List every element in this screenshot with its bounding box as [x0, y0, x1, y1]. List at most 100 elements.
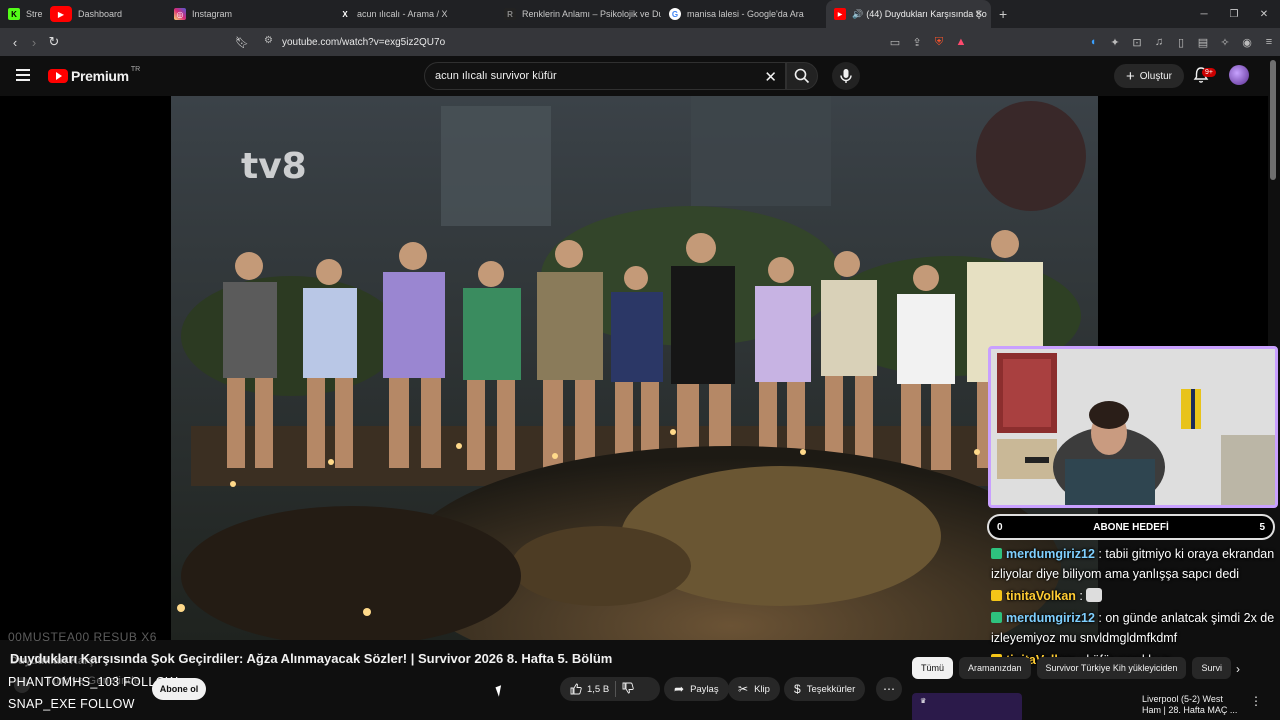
extension-icon[interactable]: ✦: [1108, 35, 1122, 49]
recommended-video-title[interactable]: Liverpool (5-2) West Ham | 28. Hafta MAÇ…: [1142, 694, 1242, 716]
instagram-icon: ◎: [174, 8, 186, 20]
tab-x-search[interactable]: X acun ılıcalı - Arama / X: [331, 0, 496, 28]
stream-event-alert: 00MUSTEA00 RESUB X6: [8, 630, 157, 644]
premier-league-logo-icon: ♛: [920, 698, 927, 705]
screenshot-icon[interactable]: ⊡: [1130, 35, 1144, 49]
clip-button[interactable]: ✂ Klip: [728, 677, 780, 701]
minimize-button[interactable]: ─: [1188, 0, 1220, 28]
search-input[interactable]: acun ılıcalı survivor küfür ✕: [424, 62, 786, 90]
vpn-icon[interactable]: ◉: [1240, 35, 1254, 49]
voice-search-button[interactable]: [832, 62, 860, 90]
tv8-logo-text: tv8: [241, 146, 307, 187]
menu-icon[interactable]: ≡: [1262, 35, 1276, 49]
site-info-icon[interactable]: ⚙︎: [264, 35, 273, 46]
address-bar[interactable]: ⚙︎ youtube.com/watch?v=exg5iz2QU7o: [256, 31, 976, 53]
brave-rewards-icon[interactable]: ▲: [954, 35, 968, 49]
music-icon[interactable]: ♫: [1152, 35, 1166, 49]
youtube-premium-logo[interactable]: Premium TR: [48, 66, 140, 84]
chat-message: merdumgiriz12 : on günde anlatcak şimdi …: [991, 608, 1277, 648]
tab-dashboard[interactable]: ▶ Dashboard: [42, 0, 166, 28]
cat-emote-icon: [1086, 588, 1103, 602]
more-actions-button[interactable]: ⋯: [876, 677, 902, 701]
audio-icon[interactable]: ◖: [1086, 35, 1100, 49]
browser-tab-strip: K Stre ▶ Dashboard ◎ Instagram X acun ıl…: [0, 0, 1280, 28]
video-player[interactable]: tv8: [171, 96, 1098, 640]
tab-label: Renklerin Anlamı – Psikolojik ve Duyg: [522, 9, 661, 19]
like-button[interactable]: 1,5 B: [560, 683, 609, 695]
chevron-right-icon[interactable]: ›: [1236, 662, 1240, 676]
cast-icon[interactable]: ▭: [888, 35, 902, 49]
tab-label: Stre: [26, 9, 42, 19]
share-label: Paylaş: [690, 683, 719, 695]
stream-chat-overlay: merdumgiriz12 : tabii gitmiyo ki oraya e…: [991, 544, 1277, 672]
tab-label: Dashboard: [78, 9, 123, 19]
share-button[interactable]: ➦ Paylaş: [664, 677, 729, 701]
thanks-button[interactable]: $ Teşekkürler: [784, 677, 866, 701]
page-scrollbar[interactable]: [1270, 60, 1276, 180]
video-frame-illustration: [171, 96, 1098, 640]
goal-title: ABONE HEDEFİ: [1093, 521, 1169, 533]
speaker-icon: 🔊: [852, 8, 864, 19]
video-letterbox-left: [0, 96, 171, 640]
hamburger-menu-icon[interactable]: [16, 69, 30, 81]
microphone-icon: [840, 69, 852, 83]
filter-chips: Tümü Aramanızdan Survivor Türkiye Kih yü…: [912, 657, 1252, 679]
chip-all[interactable]: Tümü: [912, 657, 954, 679]
forward-button[interactable]: ›: [24, 32, 44, 52]
thumbs-up-icon: [570, 683, 582, 695]
chat-message: tinitaVolkan :: [991, 586, 1277, 606]
create-button[interactable]: + Oluştur: [1114, 64, 1184, 88]
badge-icon: [991, 590, 1002, 601]
brave-shield-icon[interactable]: ⛨: [932, 35, 946, 49]
maximize-button[interactable]: ❐: [1218, 0, 1250, 28]
sidebar-icon[interactable]: ▯: [1174, 35, 1188, 49]
close-window-button[interactable]: ✕: [1248, 0, 1280, 28]
tab-youtube-active[interactable]: ▶ 🔊 (44) Duydukları Karşısında Şo ✕: [826, 0, 991, 28]
badge-icon: [991, 548, 1002, 559]
chip-from-search[interactable]: Aramanızdan: [959, 657, 1031, 679]
search-button[interactable]: [786, 62, 818, 90]
youtube-header: Premium TR acun ılıcalı survivor küfür ✕…: [0, 56, 1280, 96]
chip-survivor[interactable]: Survi: [1192, 657, 1231, 679]
search-icon: [794, 68, 810, 84]
clear-search-icon[interactable]: ✕: [764, 68, 777, 86]
dislike-button[interactable]: [622, 682, 634, 697]
chat-username: merdumgiriz12: [1006, 611, 1095, 625]
tab-kick[interactable]: K Stre: [0, 0, 42, 28]
channel-subtitle: Türkiye Genelinde: [46, 675, 141, 687]
reload-icon[interactable]: ↻: [44, 32, 64, 52]
back-button[interactable]: ‹: [5, 32, 25, 52]
recommended-video-thumbnail[interactable]: ♛: [912, 693, 1022, 720]
tab-instagram[interactable]: ◎ Instagram: [166, 0, 331, 28]
page-icon: R: [504, 8, 516, 20]
browser-toolbar: ‹ › ↻ 🔖︎ ⚙︎ youtube.com/watch?v=exg5iz2Q…: [0, 28, 1280, 56]
wallet-icon[interactable]: ▤: [1196, 35, 1210, 49]
youtube-icon: ▶: [834, 8, 846, 20]
tab-google[interactable]: G manisa lalesi - Google'da Ara: [661, 0, 826, 28]
tab-renklerin[interactable]: R Renklerin Anlamı – Psikolojik ve Duyg: [496, 0, 661, 28]
leo-ai-icon[interactable]: ✧: [1218, 35, 1232, 49]
more-vertical-icon[interactable]: ⋮: [1250, 694, 1262, 708]
chip-uploader[interactable]: Survivor Türkiye Kih yükleyiciden: [1036, 657, 1187, 679]
tab-label: manisa lalesi - Google'da Ara: [687, 9, 804, 19]
badge-icon: [991, 612, 1002, 623]
kick-icon: K: [8, 8, 20, 20]
video-title: Duydukları Karşısında Şok Geçirdiler: Ağ…: [10, 651, 613, 666]
streamer-webcam: [988, 346, 1278, 508]
close-tab-icon[interactable]: ✕: [975, 9, 983, 20]
like-count: 1,5 B: [587, 683, 610, 695]
video-letterbox-right: [1098, 96, 1268, 346]
thumbs-down-icon: [622, 682, 634, 693]
share-icon[interactable]: ⇪: [910, 35, 924, 49]
google-icon: G: [669, 8, 681, 20]
avatar[interactable]: [1229, 65, 1249, 85]
subscribe-button[interactable]: Abone ol: [152, 678, 206, 700]
extensions-bar: ◖ ✦ ⊡ ♫ ▯ ▤ ✧ ◉ ≡: [1086, 33, 1276, 51]
subscriber-goal-bar: 0 ABONE HEDEFİ 5: [987, 514, 1275, 540]
address-bar-actions: ▭ ⇪ ⛨ ▲: [888, 33, 968, 51]
bookmark-icon[interactable]: 🔖︎: [232, 32, 252, 52]
tab-label: (44) Duydukları Karşısında Şo: [866, 9, 987, 19]
new-tab-button[interactable]: +: [999, 6, 1007, 22]
tab-label: acun ılıcalı - Arama / X: [357, 9, 448, 19]
search-query: acun ılıcalı survivor küfür: [435, 70, 557, 82]
